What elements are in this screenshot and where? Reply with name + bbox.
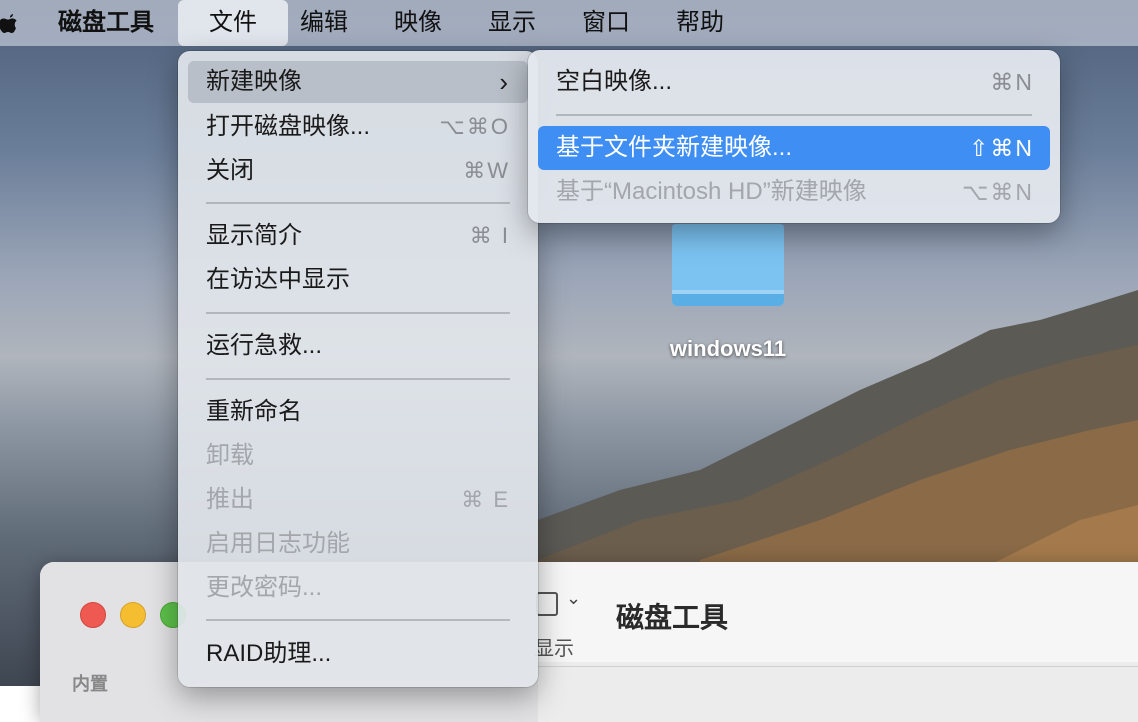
menu-item-label: 打开磁盘映像...	[206, 113, 371, 140]
menu-item-label: 重新命名	[206, 398, 302, 425]
menu-image[interactable]: 映像	[394, 0, 442, 46]
menu-item-label: RAID助理...	[206, 640, 332, 667]
minimize-button[interactable]	[120, 602, 146, 628]
menu-item-label: 卸载	[206, 442, 254, 469]
menu-view[interactable]: 显示	[488, 0, 536, 46]
menu-edit[interactable]: 编辑	[300, 0, 348, 46]
menu-item-close[interactable]: 关闭 ⌘W	[188, 150, 528, 192]
chevron-down-icon[interactable]: ⌄	[566, 588, 581, 609]
shortcut: ⇧⌘N	[969, 135, 1034, 161]
new-image-submenu: 空白映像... ⌘N 基于文件夹新建映像... ⇧⌘N 基于“Macintosh…	[528, 50, 1060, 223]
shortcut: ⌘N	[990, 69, 1034, 95]
menu-item-label: 运行急救...	[206, 332, 323, 359]
menu-separator	[206, 378, 510, 380]
menu-item-label: 基于文件夹新建映像...	[556, 134, 793, 161]
menu-item-label: 空白映像...	[556, 68, 673, 95]
menu-item-label: 在访达中显示	[206, 266, 350, 293]
submenu-item-image-from-folder[interactable]: 基于文件夹新建映像... ⇧⌘N	[538, 126, 1050, 170]
shortcut: ⌥⌘N	[961, 179, 1034, 205]
menu-item-show-in-finder[interactable]: 在访达中显示	[188, 259, 528, 301]
sidebar-view-icon[interactable]	[536, 592, 558, 616]
submenu-item-blank-image[interactable]: 空白映像... ⌘N	[538, 60, 1050, 104]
menu-bar: 磁盘工具 文件 编辑 映像 显示 窗口 帮助	[0, 0, 1138, 46]
menu-item-label: 关闭	[206, 157, 254, 184]
menu-separator	[206, 312, 510, 314]
menu-item-label: 推出	[206, 486, 254, 513]
menu-separator	[206, 619, 510, 621]
menu-item-rename[interactable]: 重新命名	[188, 391, 528, 433]
menu-window[interactable]: 窗口	[582, 0, 630, 46]
menu-separator	[556, 114, 1032, 116]
window-title: 磁盘工具	[616, 602, 729, 633]
menu-item-new-image[interactable]: 新建映像 ›	[188, 61, 528, 103]
menu-separator	[206, 202, 510, 204]
view-label: 显示	[534, 638, 574, 660]
shortcut: ⌘ I	[469, 223, 510, 248]
menu-item-first-aid[interactable]: 运行急救...	[188, 325, 528, 367]
chevron-right-icon: ›	[499, 67, 508, 97]
close-button[interactable]	[80, 602, 106, 628]
menu-item-unmount[interactable]: 卸载	[188, 435, 528, 477]
menu-item-enable-journaling[interactable]: 启用日志功能	[188, 523, 528, 565]
shortcut: ⌘ E	[461, 487, 510, 512]
menu-item-change-password[interactable]: 更改密码...	[188, 567, 528, 609]
menu-item-label: 启用日志功能	[206, 530, 350, 557]
file-menu: 新建映像 › 打开磁盘映像... ⌥⌘O 关闭 ⌘W 显示简介 ⌘ I 在访达中…	[178, 51, 538, 687]
divider	[538, 666, 1138, 667]
menu-file[interactable]: 文件	[178, 0, 288, 46]
submenu-item-image-from-macintosh-hd[interactable]: 基于“Macintosh HD”新建映像 ⌥⌘N	[538, 170, 1050, 214]
menu-item-get-info[interactable]: 显示简介 ⌘ I	[188, 215, 528, 257]
shortcut: ⌥⌘O	[439, 114, 510, 139]
menu-item-label: 显示简介	[206, 222, 302, 249]
menu-item-open-disk-image[interactable]: 打开磁盘映像... ⌥⌘O	[188, 106, 528, 148]
folder-label[interactable]: windows11	[640, 336, 816, 362]
menu-item-label: 新建映像	[206, 68, 302, 95]
menu-item-label: 更改密码...	[206, 574, 323, 601]
menu-app-name[interactable]: 磁盘工具	[58, 0, 154, 46]
sidebar-section-internal: 内置	[72, 674, 108, 694]
menu-item-raid-assistant[interactable]: RAID助理...	[188, 633, 528, 675]
menu-item-eject[interactable]: 推出 ⌘ E	[188, 479, 528, 521]
menu-item-label: 基于“Macintosh HD”新建映像	[556, 178, 867, 205]
menu-help[interactable]: 帮助	[676, 0, 724, 46]
apple-icon[interactable]	[0, 10, 20, 36]
folder-icon[interactable]	[668, 222, 788, 308]
shortcut: ⌘W	[463, 158, 510, 183]
